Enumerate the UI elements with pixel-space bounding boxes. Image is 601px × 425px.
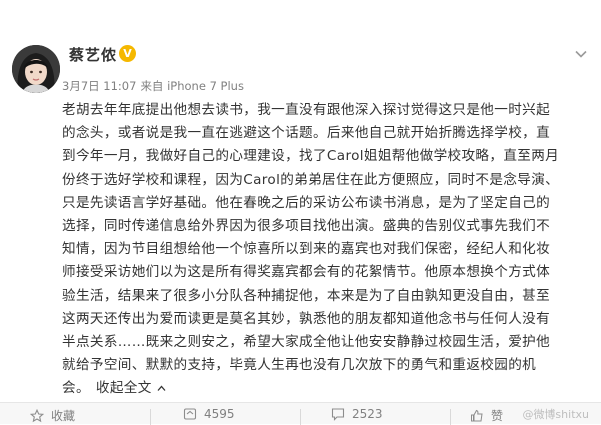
content-line: 的念头，或者说是我一直在逃避这个话题。后来他自己就开始折腾选择学校，直	[62, 125, 551, 142]
action-separator	[150, 409, 151, 425]
content-line: 只是先读语言学好基础。他在春晚之后的采访公布读书消息，是为了坚定自己的	[62, 194, 551, 211]
chevron-up-icon	[157, 385, 166, 391]
repost-count: 4595	[204, 407, 235, 421]
avatar-photo-icon	[12, 45, 60, 93]
collapse-full-text-link[interactable]: 收起全文	[96, 380, 166, 396]
favorite-button[interactable]: 收藏	[30, 407, 75, 425]
content-line: 选择，同时传递信息给外界因为很多项目找他出演。盛典的告别仪式事先我们不	[62, 217, 551, 234]
content-line: 份终于选好学校和课程，因为Carol的弟弟居住在此方便照应，同时不是念导演、	[62, 171, 560, 188]
verified-badge-icon: V	[119, 45, 136, 62]
comment-button[interactable]: 2523	[331, 407, 383, 425]
collapse-label: 收起全文	[95, 380, 152, 397]
post-source: 来自 iPhone 7 Plus	[140, 79, 244, 93]
content-line: 这两天还传出为爱而读更是莫名其妙，孰悉他的朋友都知道他念书与任何人没有	[62, 310, 551, 327]
action-separator	[450, 409, 451, 425]
post-time[interactable]: 3月7日 11:07	[62, 79, 136, 93]
content-line: 半点关系……既来之则安之，希望大家成全他让他安安静静过校园生活，爱护他	[62, 333, 551, 350]
action-bar: 收藏 4595 2523 赞	[0, 403, 601, 425]
repost-button[interactable]: 4595	[183, 407, 235, 425]
content-last-text: 会。	[62, 380, 90, 397]
content-line: 老胡去年年底提出他想去读书，我一直没有跟他深入探讨觉得这只是他一时兴起	[62, 102, 551, 118]
star-icon	[30, 409, 44, 423]
comment-icon	[331, 408, 345, 421]
content-line: 验生活，结果来了很多小分队各种捕捉他，本来是为了自由孰知更没自由，甚至	[62, 287, 551, 304]
post-meta: 3月7日 11:07 来自 iPhone 7 Plus	[62, 78, 244, 94]
author-name[interactable]: 蔡艺侬	[69, 44, 117, 65]
weibo-post: 蔡艺侬 V 3月7日 11:07 来自 iPhone 7 Plus 老胡去年年底提…	[0, 0, 601, 425]
comment-count: 2523	[352, 407, 383, 421]
content-line: 到今年一月，我做好自己的心理建设，找了Carol姐姐帮他做学校攻略，直至两月	[62, 148, 560, 165]
like-label: 赞	[491, 409, 504, 423]
action-separator	[300, 409, 301, 425]
content-line: 就给予空间、默默的支持，毕竟人生再也没有几次放下的勇气和重返校园的机	[62, 357, 537, 374]
avatar[interactable]	[12, 45, 60, 93]
content-line: 知情，因为节目组想给他一个惊喜所以到来的嘉宾也对我们保密，经纪人和化妆	[62, 241, 551, 258]
like-button[interactable]: 赞	[470, 407, 503, 425]
repost-icon	[183, 408, 197, 420]
content-line: 师接受采访她们以为这是所有得奖嘉宾都会有的花絮情节。他原本想换个方式体	[62, 264, 551, 281]
favorite-label: 收藏	[51, 409, 76, 423]
chevron-down-icon[interactable]	[573, 46, 589, 62]
thumbs-up-icon	[471, 409, 483, 422]
watermark: @微博shitxu	[522, 408, 589, 421]
content-line-last: 会。 收起全文	[62, 377, 570, 400]
post-content: 老胡去年年底提出他想去读书，我一直没有跟他深入探讨觉得这只是他一时兴起 的念头，…	[62, 99, 570, 400]
